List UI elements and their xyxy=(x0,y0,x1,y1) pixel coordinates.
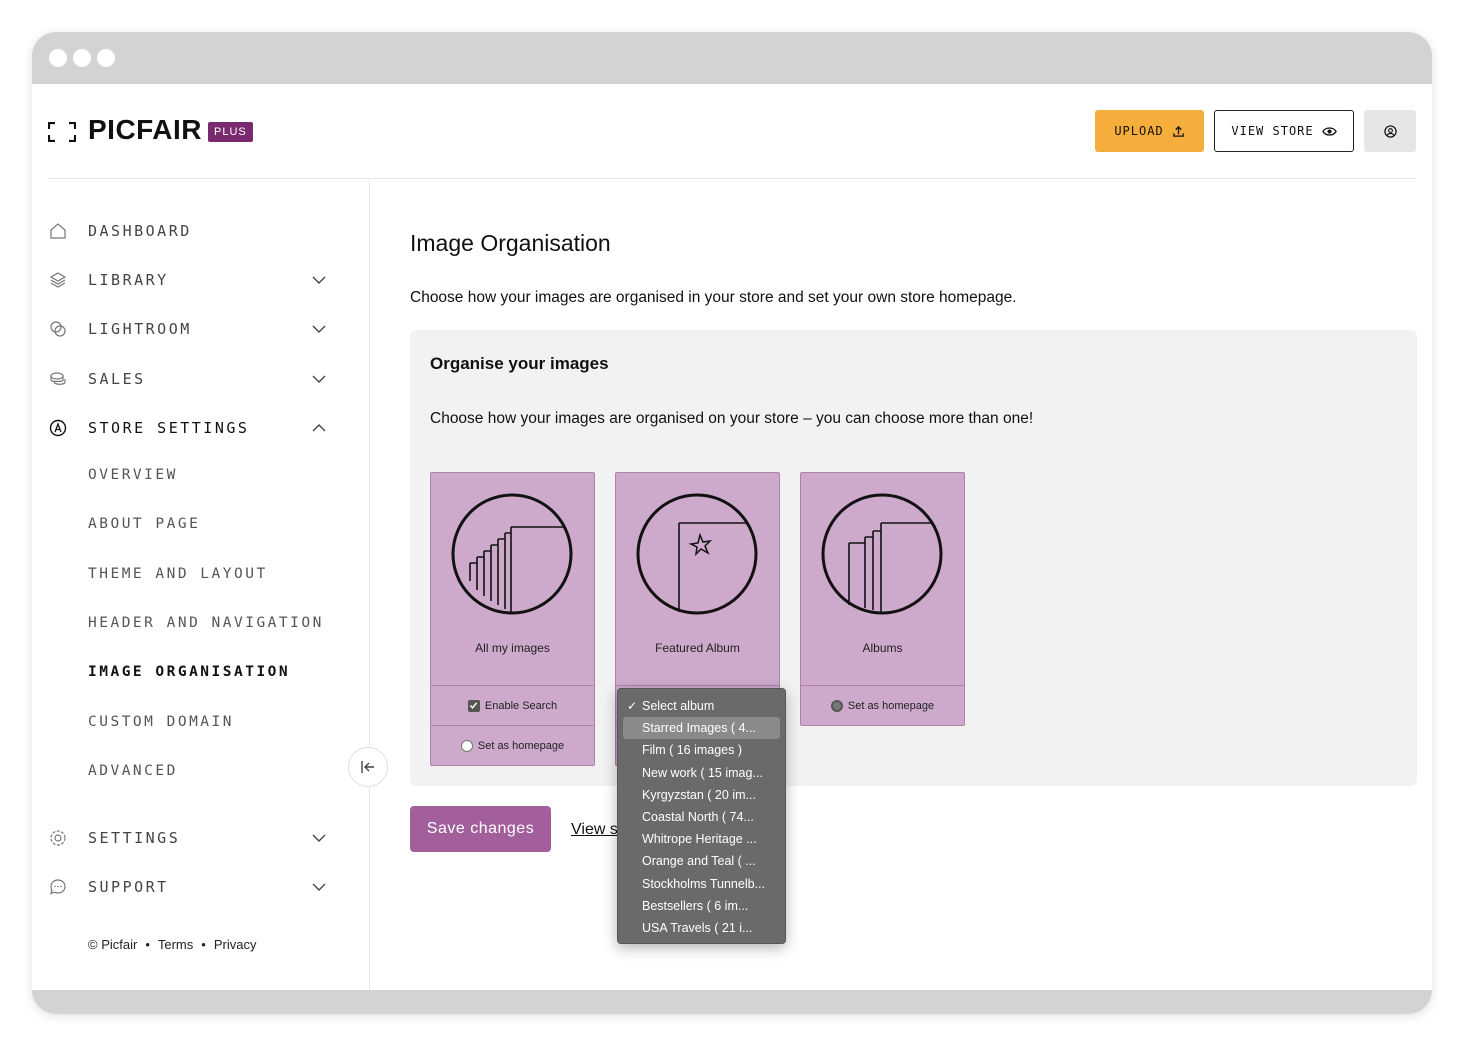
sidebar-subitem-overview[interactable]: OVERVIEW xyxy=(88,467,178,491)
sidebar-subitem-header-navigation[interactable]: HEADER AND NAVIGATION xyxy=(88,615,324,639)
window-dot-close[interactable] xyxy=(49,49,67,67)
sidebar-item-label: LIBRARY xyxy=(88,271,169,289)
sidebar-item-label: SUPPORT xyxy=(88,878,169,896)
dropdown-option-highlighted[interactable]: Starred Images ( 4... xyxy=(623,717,780,740)
plus-badge: PLUS xyxy=(208,122,253,142)
sidebar-item-label: LIGHTROOM xyxy=(88,320,192,338)
app-header: PICFAIR PLUS UPLOAD VIEW STORE xyxy=(48,84,1416,179)
sidebar-item-lightroom[interactable]: LIGHTROOM xyxy=(48,314,328,344)
window-dot-minimize[interactable] xyxy=(73,49,91,67)
set-homepage-option[interactable]: Set as homepage xyxy=(431,725,594,765)
sidebar-item-support[interactable]: SUPPORT xyxy=(48,872,328,902)
browser-window: PICFAIR PLUS UPLOAD VIEW STORE DASHBOARD… xyxy=(32,32,1432,1014)
chevron-down-icon[interactable] xyxy=(310,370,328,388)
gear-icon xyxy=(48,828,68,848)
enable-search-checkbox[interactable] xyxy=(467,699,480,712)
dropdown-option[interactable]: Whitrope Heritage ... xyxy=(618,828,785,850)
layers-icon xyxy=(48,270,68,290)
window-dot-maximize[interactable] xyxy=(97,49,115,67)
chevron-down-icon[interactable] xyxy=(310,878,328,896)
user-icon xyxy=(1383,124,1397,138)
albums-homepage-radio[interactable] xyxy=(830,699,843,712)
sidebar-item-library[interactable]: LIBRARY xyxy=(48,265,328,295)
sidebar-item-label: SALES xyxy=(88,370,146,388)
all-images-illustration-icon xyxy=(451,493,573,615)
dropdown-option[interactable]: New work ( 15 imag... xyxy=(618,762,785,784)
lightroom-icon xyxy=(48,319,68,339)
sidebar-subitem-about-page[interactable]: ABOUT PAGE xyxy=(88,516,200,540)
terms-link[interactable]: Terms xyxy=(158,937,193,952)
view-store-label: VIEW STORE xyxy=(1231,124,1314,138)
card-name: All my images xyxy=(475,641,550,655)
sidebar-subitem-image-organisation[interactable]: IMAGE ORGANISATION xyxy=(88,664,290,688)
dropdown-option[interactable]: ✓ Select album xyxy=(618,695,785,717)
albums-illustration-icon xyxy=(821,493,943,615)
dropdown-option[interactable]: Orange and Teal ( ... xyxy=(618,850,785,872)
set-homepage-label: Set as homepage xyxy=(477,739,565,752)
albums-homepage-option[interactable]: Set as homepage xyxy=(801,685,964,725)
copyright-text: © Picfair xyxy=(88,937,138,952)
organise-panel: Organise your images Choose how your ima… xyxy=(410,330,1417,786)
window-titlebar xyxy=(32,32,1432,84)
sidebar-item-store-settings[interactable]: STORE SETTINGS xyxy=(48,413,328,443)
albums-homepage-label: Set as homepage xyxy=(847,699,935,712)
upload-label: UPLOAD xyxy=(1114,124,1164,138)
collapse-left-icon xyxy=(361,761,374,773)
logo-text[interactable]: PICFAIR xyxy=(88,114,202,146)
coins-icon xyxy=(48,369,68,389)
upload-button[interactable]: UPLOAD xyxy=(1095,110,1204,152)
chat-icon xyxy=(48,877,68,897)
sidebar-subitem-theme-layout[interactable]: THEME AND LAYOUT xyxy=(88,566,268,590)
sidebar-item-label: DASHBOARD xyxy=(88,222,192,240)
save-changes-button[interactable]: Save changes xyxy=(410,806,551,852)
dropdown-option[interactable]: Film ( 16 images ) xyxy=(618,739,785,761)
window-bottombar xyxy=(32,990,1432,1014)
account-button[interactable] xyxy=(1364,110,1416,152)
panel-title: Organise your images xyxy=(430,354,609,373)
sidebar-subitem-advanced[interactable]: ADVANCED xyxy=(88,763,178,787)
chevron-down-icon[interactable] xyxy=(310,271,328,289)
store-icon xyxy=(48,418,68,438)
enable-search-label: Enable Search xyxy=(484,699,558,712)
logo-frame-icon xyxy=(48,122,76,142)
dropdown-option[interactable]: Kyrgyzstan ( 20 im... xyxy=(618,784,785,806)
set-homepage-radio[interactable] xyxy=(460,739,473,752)
sidebar-item-settings[interactable]: SETTINGS xyxy=(48,823,328,853)
dropdown-option[interactable]: USA Travels ( 21 i... xyxy=(618,917,785,939)
home-icon xyxy=(48,221,68,241)
panel-description: Choose how your images are organised on … xyxy=(430,410,1034,427)
card-name: Albums xyxy=(862,641,903,655)
album-select-dropdown[interactable]: ✓ Select album Starred Images ( 4... Film… xyxy=(617,688,786,944)
featured-album-illustration-icon xyxy=(636,493,758,615)
sidebar-item-label: STORE SETTINGS xyxy=(88,419,250,437)
chevron-up-icon[interactable] xyxy=(310,419,328,437)
enable-search-option[interactable]: Enable Search xyxy=(431,685,594,725)
sidebar-item-label: SETTINGS xyxy=(88,829,181,847)
privacy-link[interactable]: Privacy xyxy=(214,937,257,952)
view-store-button[interactable]: VIEW STORE xyxy=(1214,110,1354,152)
check-icon: ✓ xyxy=(627,699,638,713)
sidebar-subitem-custom-domain[interactable]: CUSTOM DOMAIN xyxy=(88,714,234,738)
collapse-sidebar-button[interactable] xyxy=(348,747,388,787)
dropdown-option[interactable]: Coastal North ( 74... xyxy=(618,806,785,828)
dropdown-option[interactable]: Stockholms Tunnelb... xyxy=(618,873,785,895)
chevron-down-icon[interactable] xyxy=(310,320,328,338)
card-name: Featured Album xyxy=(655,641,740,655)
sidebar-item-sales[interactable]: SALES xyxy=(48,364,328,394)
page-title: Image Organisation xyxy=(410,230,611,256)
sidebar: DASHBOARD LIBRARY LIGHTROOM SALES STORE … xyxy=(32,180,370,990)
eye-icon xyxy=(1321,126,1337,136)
chevron-down-icon[interactable] xyxy=(310,829,328,847)
sidebar-footer: © Picfair • Terms • Privacy xyxy=(88,937,257,952)
card-all-images[interactable]: All my images Enable Search Set as homep… xyxy=(430,472,595,766)
dropdown-option[interactable]: Bestsellers ( 6 im... xyxy=(618,895,785,917)
sidebar-item-dashboard[interactable]: DASHBOARD xyxy=(48,216,328,246)
upload-icon xyxy=(1172,125,1184,137)
view-store-link[interactable]: View s xyxy=(571,821,618,839)
page-description: Choose how your images are organised in … xyxy=(410,289,1017,306)
card-albums[interactable]: Albums Set as homepage xyxy=(800,472,965,726)
